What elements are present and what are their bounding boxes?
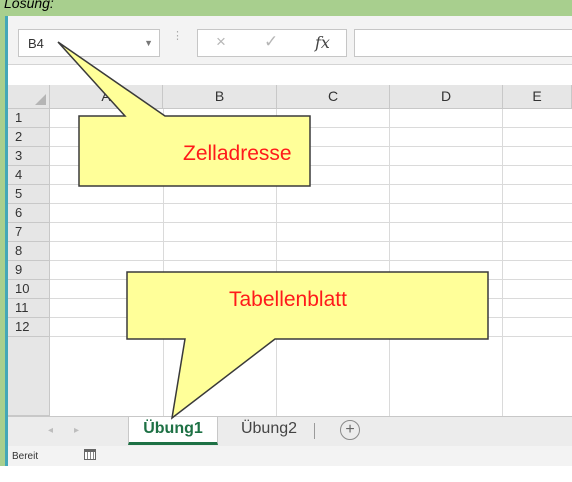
status-bar: Bereit [8,446,572,466]
row-header-9[interactable]: 9 [8,261,50,280]
column-header-c[interactable]: C [277,85,390,109]
callout-cell-address-label: Zelladresse [183,142,292,165]
column-header-b[interactable]: B [163,85,277,109]
row-gridline [50,222,572,223]
row-gridline [50,279,572,280]
sheet-tab-uebung1[interactable]: Übung1 [128,417,218,445]
row-header-1[interactable]: 1 [8,109,50,128]
add-sheet-icon[interactable]: + [340,420,360,440]
excel-window: B4 ▼ ⋮ × ✓ fx A B C D E 1 2 3 4 5 6 7 8 … [8,16,572,466]
row-gridline [50,317,572,318]
column-header-e[interactable]: E [503,85,572,109]
row-header-3[interactable]: 3 [8,147,50,166]
name-box[interactable]: B4 ▼ [18,29,160,57]
row-header-overflow [8,337,50,416]
worksheet-grid[interactable]: A B C D E 1 2 3 4 5 6 7 8 9 10 11 12 [8,70,572,416]
row-gridline [50,146,572,147]
row-header-2[interactable]: 2 [8,128,50,147]
banner-text: Lösung: [4,0,54,11]
column-gridline [163,109,164,416]
row-gridline [50,165,572,166]
enter-icon[interactable]: ✓ [264,32,278,52]
scroll-right-icon[interactable]: ▸ [74,425,79,436]
function-icon[interactable]: fx [315,33,330,52]
row-gridline [50,184,572,185]
formula-input[interactable] [354,29,572,57]
status-text: Bereit [12,451,39,462]
callout-worksheet-label: Tabellenblatt [229,288,347,311]
column-gridline [502,109,503,416]
row-header-8[interactable]: 8 [8,242,50,261]
row-header-4[interactable]: 4 [8,166,50,185]
grip-dots-icon[interactable]: ⋮ [172,31,183,42]
row-header-10[interactable]: 10 [8,280,50,299]
formula-buttons: × ✓ fx [197,29,347,57]
row-gridline [50,127,572,128]
row-header-12[interactable]: 12 [8,318,50,337]
row-gridline [50,260,572,261]
select-all-triangle-icon [35,94,46,105]
column-header-d[interactable]: D [390,85,503,109]
row-gridline [50,203,572,204]
row-gridline [50,241,572,242]
column-gridline [389,109,390,416]
solution-banner: Lösung: [0,0,572,16]
row-header-11[interactable]: 11 [8,299,50,318]
macro-recorder-icon[interactable] [84,449,96,460]
cancel-icon[interactable]: × [216,32,226,52]
chevron-down-icon[interactable]: ▼ [144,38,153,48]
sheet-tab-uebung2[interactable]: Übung2 [224,417,314,445]
sheet-tab-bar: ◂ ▸ Übung1 Übung2 + [8,416,572,446]
row-gridline [50,336,572,337]
row-header-5[interactable]: 5 [8,185,50,204]
row-header-7[interactable]: 7 [8,223,50,242]
select-all-corner[interactable] [8,85,50,109]
name-box-value: B4 [28,36,44,51]
scroll-left-icon[interactable]: ◂ [48,425,53,436]
tab-divider [314,423,315,439]
formula-bar: B4 ▼ ⋮ × ✓ fx [8,16,572,65]
row-header-6[interactable]: 6 [8,204,50,223]
column-header-a[interactable]: A [50,85,163,109]
